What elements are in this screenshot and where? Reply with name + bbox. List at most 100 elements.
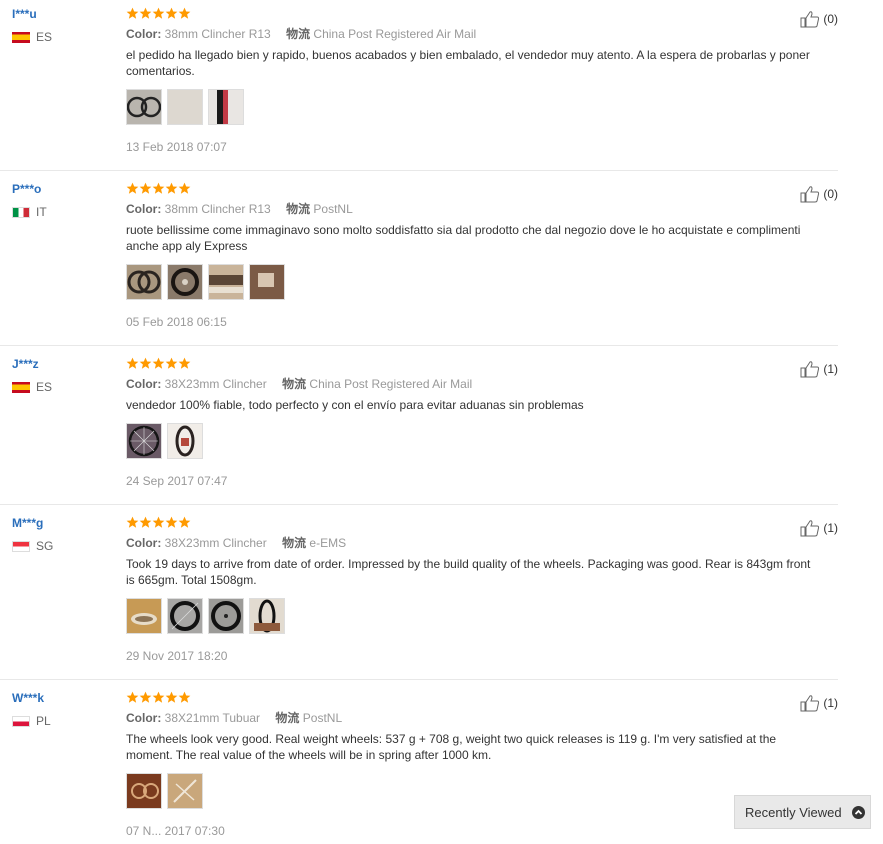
- review-photo-thumbnail[interactable]: [208, 598, 244, 634]
- star-rating: [126, 5, 816, 21]
- helpful-count: (1): [823, 362, 838, 376]
- review-photo-thumbnail[interactable]: [208, 264, 244, 300]
- color-value: 38X21mm Tubuar: [164, 711, 261, 725]
- review-photo-thumbnail[interactable]: [126, 423, 162, 459]
- star-rating: [126, 355, 816, 371]
- review-photo-thumbnail[interactable]: [126, 89, 162, 125]
- reviewer-name[interactable]: P***o: [12, 182, 112, 198]
- reviewer-info: W***k PL: [12, 691, 112, 728]
- thumbs-up-icon: [800, 519, 820, 537]
- star-icon: [165, 7, 178, 20]
- star-icon: [152, 7, 165, 20]
- spain-flag-icon: [12, 381, 30, 393]
- chevron-up-icon: [851, 805, 865, 819]
- star-icon: [152, 182, 165, 195]
- helpful-button[interactable]: (0): [800, 185, 838, 203]
- reviewer-name[interactable]: J***z: [12, 357, 112, 373]
- star-icon: [139, 357, 152, 370]
- review-item: W***k PL Color: 38X21mm Tubuar 物流 PostNL…: [0, 684, 838, 844]
- review-photo-thumbnail[interactable]: [126, 598, 162, 634]
- logistics-value: PostNL: [313, 202, 353, 216]
- helpful-count: (0): [823, 12, 838, 26]
- country-code: IT: [36, 205, 47, 219]
- reviewer-info: M***g SG: [12, 516, 112, 553]
- review-photo-thumbnail[interactable]: [249, 598, 285, 634]
- color-label: Color:: [126, 377, 162, 391]
- review-photos: [126, 423, 816, 461]
- review-photo-thumbnail[interactable]: [167, 89, 203, 125]
- review-meta: Color: 38mm Clincher R13 物流 China Post R…: [126, 26, 816, 42]
- star-icon: [178, 7, 191, 20]
- review-meta: Color: 38X23mm Clincher 物流 China Post Re…: [126, 376, 816, 392]
- star-icon: [152, 516, 165, 529]
- review-photos: [126, 598, 816, 636]
- helpful-button[interactable]: (1): [800, 519, 838, 537]
- review-item: I***u ES Color: 38mm Clincher R13 物流 Chi…: [0, 0, 838, 171]
- logistics-value: China Post Registered Air Mail: [309, 377, 473, 391]
- review-text: ruote bellissime come immaginavo sono mo…: [126, 223, 801, 253]
- star-icon: [126, 516, 139, 529]
- reviewer-info: P***o IT: [12, 182, 112, 219]
- reviewer-country: ES: [12, 380, 112, 394]
- review-photos: [126, 773, 816, 811]
- review-photo-thumbnail[interactable]: [208, 89, 244, 125]
- review-date: 05 Feb 2018 06:15: [126, 315, 227, 329]
- review-photo-thumbnail[interactable]: [167, 264, 203, 300]
- star-icon: [178, 357, 191, 370]
- logistics-value: China Post Registered Air Mail: [313, 27, 477, 41]
- logistics-label: 物流: [282, 377, 307, 391]
- helpful-button[interactable]: (1): [800, 360, 838, 378]
- review-content: Color: 38X21mm Tubuar 物流 PostNL The whee…: [126, 689, 816, 838]
- review-date: 29 Nov 2017 18:20: [126, 649, 228, 663]
- star-icon: [165, 691, 178, 704]
- star-icon: [165, 182, 178, 195]
- reviewer-info: J***z ES: [12, 357, 112, 394]
- logistics-label: 物流: [282, 536, 307, 550]
- star-icon: [139, 516, 152, 529]
- review-meta: Color: 38mm Clincher R13 物流 PostNL: [126, 201, 816, 217]
- reviewer-info: I***u ES: [12, 7, 112, 44]
- helpful-count: (1): [823, 696, 838, 710]
- logistics-label: 物流: [286, 202, 311, 216]
- country-code: ES: [36, 380, 53, 394]
- star-icon: [178, 182, 191, 195]
- color-label: Color:: [126, 202, 162, 216]
- country-code: PL: [36, 714, 51, 728]
- review-item: J***z ES Color: 38X23mm Clincher 物流 Chin…: [0, 350, 838, 505]
- reviewer-country: ES: [12, 30, 112, 44]
- logistics-value: PostNL: [302, 711, 343, 725]
- star-icon: [139, 7, 152, 20]
- color-label: Color:: [126, 711, 162, 725]
- helpful-button[interactable]: (1): [800, 694, 838, 712]
- review-photo-thumbnail[interactable]: [249, 264, 285, 300]
- reviewer-name[interactable]: W***k: [12, 691, 112, 707]
- color-value: 38X23mm Clincher: [164, 536, 267, 550]
- recently-viewed-button[interactable]: Recently Viewed: [734, 795, 871, 829]
- review-text: vendedor 100% fiable, todo perfecto y co…: [126, 398, 584, 412]
- review-photo-thumbnail[interactable]: [167, 773, 203, 809]
- review-photos: [126, 89, 816, 127]
- helpful-button[interactable]: (0): [800, 10, 838, 28]
- poland-flag-icon: [12, 715, 30, 727]
- spain-flag-icon: [12, 31, 30, 43]
- thumbs-up-icon: [800, 10, 820, 28]
- review-item: P***o IT Color: 38mm Clincher R13 物流 Pos…: [0, 175, 838, 346]
- color-value: 38mm Clincher R13: [164, 27, 271, 41]
- star-rating: [126, 514, 816, 530]
- review-content: Color: 38mm Clincher R13 物流 PostNL ruote…: [126, 180, 816, 329]
- review-content: Color: 38X23mm Clincher 物流 China Post Re…: [126, 355, 816, 488]
- review-content: Color: 38mm Clincher R13 物流 China Post R…: [126, 5, 816, 154]
- review-photo-thumbnail[interactable]: [167, 423, 203, 459]
- review-date: 13 Feb 2018 07:07: [126, 140, 227, 154]
- review-photo-thumbnail[interactable]: [126, 773, 162, 809]
- reviewer-country: SG: [12, 539, 112, 553]
- reviewer-name[interactable]: I***u: [12, 7, 112, 23]
- reviewer-country: IT: [12, 205, 112, 219]
- reviewer-name[interactable]: M***g: [12, 516, 112, 532]
- review-photo-thumbnail[interactable]: [167, 598, 203, 634]
- star-icon: [152, 357, 165, 370]
- review-photo-thumbnail[interactable]: [126, 264, 162, 300]
- star-icon: [165, 516, 178, 529]
- star-icon: [126, 7, 139, 20]
- logistics-label: 物流: [275, 711, 300, 725]
